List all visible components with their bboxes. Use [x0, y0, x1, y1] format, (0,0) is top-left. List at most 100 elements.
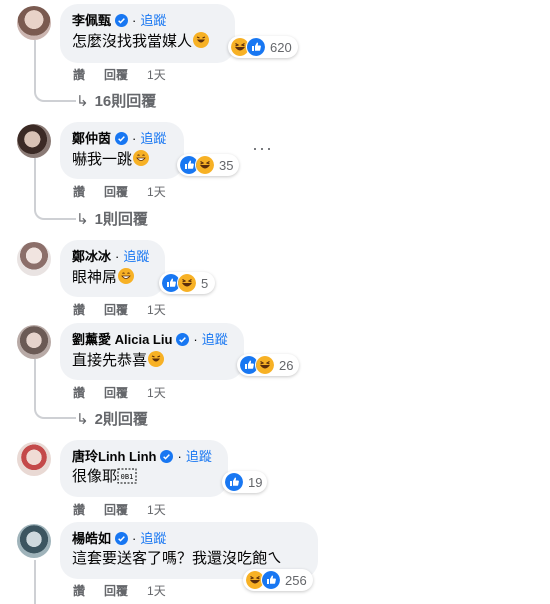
timestamp[interactable]: 1天 [147, 66, 166, 83]
avatar[interactable] [17, 524, 51, 558]
haha-reaction-icon [177, 273, 197, 293]
comment-text: 這套要送客了嗎？我還沒吃飽ㄟ [72, 550, 283, 567]
separator-dot: · [132, 531, 137, 546]
timestamp[interactable]: 1天 [147, 582, 166, 599]
follow-button[interactable]: 追蹤 [202, 331, 228, 348]
comment-actions: 讚 回覆 1天 [73, 582, 185, 599]
like-button[interactable]: 讚 [73, 582, 85, 599]
avatar[interactable] [17, 442, 51, 476]
comment-text: 很像耶 [72, 468, 118, 485]
follow-button[interactable]: 追蹤 [140, 130, 166, 147]
reply-button[interactable]: 回覆 [104, 301, 128, 318]
rofl-emoji-icon [148, 351, 165, 367]
haha-reaction-icon [195, 155, 215, 175]
rofl-emoji-icon [193, 32, 210, 48]
reaction-summary[interactable]: 5 [159, 272, 215, 294]
thread-line [34, 158, 36, 206]
view-replies-link[interactable]: ↳ 1則回覆 [76, 208, 148, 229]
reply-button[interactable]: 回覆 [104, 384, 128, 401]
comment-actions: 讚 回覆 1天 [73, 384, 185, 401]
view-replies-link[interactable]: ↳ 2則回覆 [76, 408, 148, 429]
like-button[interactable]: 讚 [73, 384, 85, 401]
timestamp[interactable]: 1天 [147, 501, 166, 518]
view-replies-link[interactable]: ↳ 16則回覆 [76, 90, 156, 111]
reply-arrow-icon: ↳ [76, 410, 89, 428]
commenter-name[interactable]: 李佩甄 [72, 12, 111, 29]
reaction-summary[interactable]: 256 [243, 569, 313, 591]
reaction-summary[interactable]: 620 [228, 36, 298, 58]
comment-actions: 讚 回覆 1天 [73, 183, 185, 200]
reaction-summary[interactable]: 35 [177, 154, 239, 176]
reaction-summary[interactable]: 19 [222, 471, 267, 493]
like-reaction-icon [246, 37, 266, 57]
commenter-name[interactable]: 唐玲Linh Linh [72, 448, 156, 465]
avatar[interactable] [17, 124, 51, 158]
comment-actions: 讚 回覆 1天 [73, 66, 185, 83]
reply-button[interactable]: 回覆 [104, 183, 128, 200]
replies-count: 1則回覆 [94, 211, 148, 228]
separator-dot: · [132, 131, 137, 146]
reply-button[interactable]: 回覆 [104, 66, 128, 83]
reaction-count: 26 [279, 357, 294, 373]
timestamp[interactable]: 1天 [147, 384, 166, 401]
comment-actions: 讚 回覆 1天 [73, 501, 185, 518]
like-button[interactable]: 讚 [73, 66, 85, 83]
avatar[interactable] [17, 325, 51, 359]
like-reaction-icon [261, 570, 281, 590]
commenter-name[interactable]: 鄭冰冰 [72, 248, 111, 265]
thread-elbow [34, 403, 76, 419]
like-button[interactable]: 讚 [73, 183, 85, 200]
verified-badge-icon [115, 532, 129, 545]
thread-line [34, 40, 36, 88]
thread-elbow [34, 86, 76, 102]
like-reaction-icon [224, 472, 244, 492]
avatar[interactable] [17, 242, 51, 276]
comment-bubble: 劉薰愛 Alicia Liu · 追蹤 直接先恭喜 [60, 323, 244, 380]
separator-dot: · [132, 13, 137, 28]
commenter-name[interactable]: 劉薰愛 Alicia Liu [72, 331, 172, 348]
thread-line [34, 560, 36, 604]
follow-button[interactable]: 追蹤 [123, 248, 149, 265]
timestamp[interactable]: 1天 [147, 301, 166, 318]
comment-actions: 讚 回覆 1天 [73, 301, 185, 318]
commenter-name[interactable]: 楊皓如 [72, 530, 111, 547]
separator-dot: · [115, 249, 120, 264]
like-button[interactable]: 讚 [73, 501, 85, 518]
grin-sweat-emoji-icon [118, 268, 135, 284]
follow-button[interactable]: 追蹤 [186, 448, 212, 465]
separator-dot: · [193, 332, 198, 347]
comment-bubble: 李佩甄 · 追蹤 怎麼沒找我當媒人 [60, 4, 235, 63]
replies-count: 16則回覆 [94, 93, 157, 110]
reply-arrow-icon: ↳ [76, 210, 89, 228]
reaction-count: 5 [201, 275, 209, 291]
separator-dot: · [177, 449, 182, 464]
like-button[interactable]: 讚 [73, 301, 85, 318]
comment-text: 怎麼沒找我當媒人 [72, 33, 193, 50]
reaction-count: 35 [219, 157, 234, 173]
follow-button[interactable]: 追蹤 [140, 12, 166, 29]
comment-text: 直接先恭喜 [72, 352, 148, 369]
thread-elbow [34, 204, 76, 220]
reply-button[interactable]: 回覆 [104, 582, 128, 599]
comment-bubble: 鄭冰冰 · 追蹤 眼神屌 [60, 240, 165, 297]
comment-bubble: 唐玲Linh Linh · 追蹤 很像耶 0B1 [60, 440, 228, 497]
verified-badge-icon [160, 450, 174, 463]
reply-arrow-icon: ↳ [76, 92, 89, 110]
verified-badge-icon [115, 14, 129, 27]
comment-text: 嚇我一跳 [72, 151, 133, 168]
follow-button[interactable]: 追蹤 [140, 530, 166, 547]
commenter-name[interactable]: 鄭仲茵 [72, 130, 111, 147]
reaction-count: 256 [285, 572, 307, 588]
reaction-summary[interactable]: 26 [237, 354, 299, 376]
verified-badge-icon [176, 333, 190, 346]
reply-button[interactable]: 回覆 [104, 501, 128, 518]
replies-count: 2則回覆 [94, 411, 148, 428]
reaction-count: 620 [270, 39, 292, 55]
grin-sweat-emoji-icon [133, 150, 150, 166]
verified-badge-icon [115, 132, 129, 145]
more-options-icon[interactable]: ··· [252, 138, 273, 159]
avatar[interactable] [17, 6, 51, 40]
comment-text: 眼神屌 [72, 269, 118, 286]
svg-text:0B1: 0B1 [121, 473, 134, 481]
timestamp[interactable]: 1天 [147, 183, 166, 200]
